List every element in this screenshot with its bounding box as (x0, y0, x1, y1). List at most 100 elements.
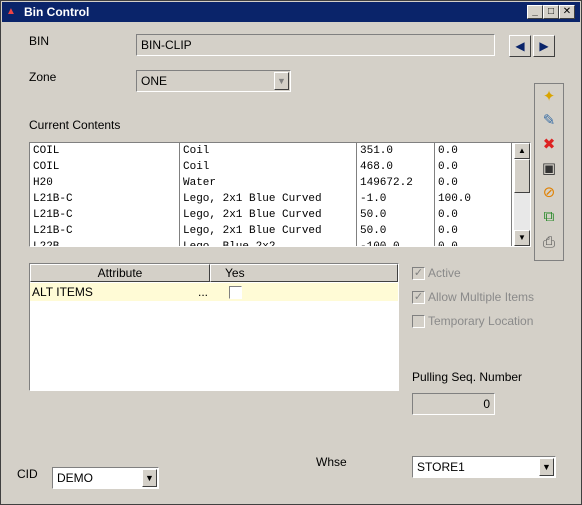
temporary-location-checkbox[interactable] (412, 315, 425, 328)
zone-select[interactable]: ONE ▼ (136, 70, 291, 92)
cell-description: Water (179, 175, 357, 191)
cancel-icon: ⊘ (542, 184, 556, 201)
cell-item: COIL (30, 143, 180, 159)
attribute-name: ALT ITEMS (32, 285, 93, 299)
cell-item: H20 (30, 175, 180, 191)
cell-quantity: 468.0 (356, 159, 435, 175)
cell-description: Coil (179, 143, 357, 159)
checkmark-icon: ✓ (413, 267, 424, 279)
cell-allocated: 0.0 (434, 175, 512, 191)
whse-select[interactable]: STORE1 ▼ (412, 456, 556, 478)
attributes-grid: Attribute Yes ALT ITEMS ... (29, 263, 399, 391)
cell-quantity: -100.0 (356, 239, 435, 246)
cid-value: DEMO (57, 471, 93, 485)
column-header-yes[interactable]: Yes (210, 264, 398, 282)
zone-label: Zone (29, 70, 57, 84)
next-bin-button[interactable]: ▶ (533, 35, 555, 57)
copy-button[interactable]: ⧉ (538, 206, 560, 228)
cell-item: COIL (30, 159, 180, 175)
allow-multiple-items-checkbox[interactable]: ✓ (412, 291, 425, 304)
bin-control-window: ▲ Bin Control _ □ ✕ BIN BIN-CLIP ◀ ▶ Zon… (0, 0, 582, 505)
cell-item: L21B-C (30, 207, 180, 223)
bin-label: BIN (29, 34, 50, 48)
record-toolbar: ✦ ✎ ✖ ▣ ⊘ ⧉ ⎙ (534, 83, 564, 261)
column-header-attribute[interactable]: Attribute (30, 264, 210, 282)
minimize-button[interactable]: _ (527, 5, 543, 19)
print-button[interactable]: ⎙ (538, 232, 560, 254)
temporary-location-label: Temporary Location (428, 314, 534, 328)
whse-label: Whse (316, 455, 347, 469)
cell-quantity: 50.0 (356, 207, 435, 223)
edit-record-button[interactable]: ✎ (538, 110, 560, 132)
table-row[interactable]: L22B Lego, Blue 2x2 -100.0 0.0 (30, 239, 512, 246)
zone-value: ONE (141, 74, 168, 88)
table-row[interactable]: L21B-C Lego, 2x1 Blue Curved 50.0 0.0 (30, 223, 512, 239)
cell-quantity: -1.0 (356, 191, 435, 207)
cid-label: CID (17, 467, 38, 481)
arrow-right-icon: ▶ (539, 39, 549, 53)
new-record-icon: ✦ (542, 88, 556, 105)
cell-allocated: 0.0 (434, 207, 512, 223)
pulling-seq-field[interactable]: 0 (412, 393, 495, 415)
cell-allocated: 0.0 (434, 223, 512, 239)
cell-description: Lego, 2x1 Blue Curved (179, 223, 357, 239)
arrow-left-icon: ◀ (515, 39, 525, 53)
edit-record-icon: ✎ (542, 112, 556, 129)
cid-select[interactable]: DEMO ▼ (52, 467, 159, 489)
chevron-down-icon: ▼ (518, 233, 526, 242)
current-contents-label: Current Contents (29, 118, 121, 132)
attribute-yes-checkbox[interactable] (229, 286, 242, 299)
active-checkbox[interactable]: ✓ (412, 267, 425, 280)
cell-description: Lego, 2x1 Blue Curved (179, 191, 357, 207)
cell-quantity: 351.0 (356, 143, 435, 159)
table-row[interactable]: L21B-C Lego, 2x1 Blue Curved -1.0 100.0 (30, 191, 512, 207)
cell-quantity: 50.0 (356, 223, 435, 239)
pulling-seq-label: Pulling Seq. Number (412, 370, 523, 384)
attribute-lookup-button[interactable]: ... (198, 285, 208, 299)
contents-table: COIL Coil 351.0 0.0 COIL Coil 468.0 0.0 H20 Wat… (29, 142, 531, 247)
print-icon: ⎙ (542, 234, 555, 251)
whse-value: STORE1 (417, 460, 465, 474)
cell-item: L22B (30, 239, 180, 246)
close-icon: ✕ (562, 6, 572, 17)
app-icon: ▲ (6, 6, 16, 17)
chevron-down-icon[interactable]: ▼ (142, 469, 157, 487)
cell-allocated: 100.0 (434, 191, 512, 207)
chevron-down-icon[interactable]: ▼ (274, 72, 289, 90)
checkmark-icon: ✓ (413, 291, 424, 303)
contents-scrollbar[interactable]: ▲ ▼ (514, 143, 530, 246)
save-button[interactable]: ▣ (538, 158, 560, 180)
new-record-button[interactable]: ✦ (538, 86, 560, 108)
bin-field[interactable]: BIN-CLIP (136, 34, 495, 56)
table-row[interactable]: COIL Coil 351.0 0.0 (30, 143, 512, 159)
allow-multiple-items-label: Allow Multiple Items (428, 290, 535, 304)
save-icon: ▣ (541, 160, 557, 177)
delete-icon: ✖ (542, 136, 556, 153)
maximize-button[interactable]: □ (543, 5, 559, 19)
table-row[interactable]: COIL Coil 468.0 0.0 (30, 159, 512, 175)
minimize-icon: _ (532, 6, 538, 17)
maximize-icon: □ (547, 6, 555, 17)
cell-allocated: 0.0 (434, 159, 512, 175)
table-row[interactable]: L21B-C Lego, 2x1 Blue Curved 50.0 0.0 (30, 207, 512, 223)
previous-bin-button[interactable]: ◀ (509, 35, 531, 57)
cell-description: Lego, 2x1 Blue Curved (179, 207, 357, 223)
cell-allocated: 0.0 (434, 239, 512, 246)
scroll-up-button[interactable]: ▲ (514, 143, 530, 159)
cell-item: L21B-C (30, 223, 180, 239)
copy-icon: ⧉ (543, 208, 555, 225)
scroll-down-button[interactable]: ▼ (514, 230, 530, 246)
attribute-row[interactable]: ALT ITEMS ... (30, 283, 398, 301)
scroll-thumb[interactable] (514, 159, 530, 193)
delete-button[interactable]: ✖ (538, 134, 560, 156)
active-label: Active (428, 266, 461, 280)
close-button[interactable]: ✕ (559, 5, 575, 19)
title-bar[interactable]: ▲ Bin Control _ □ ✕ (2, 2, 580, 22)
chevron-down-icon[interactable]: ▼ (539, 458, 554, 476)
cancel-button[interactable]: ⊘ (538, 182, 560, 204)
cell-allocated: 0.0 (434, 143, 512, 159)
table-row[interactable]: H20 Water 149672.2 0.0 (30, 175, 512, 191)
cell-item: L21B-C (30, 191, 180, 207)
cell-description: Coil (179, 159, 357, 175)
cell-quantity: 149672.2 (356, 175, 435, 191)
